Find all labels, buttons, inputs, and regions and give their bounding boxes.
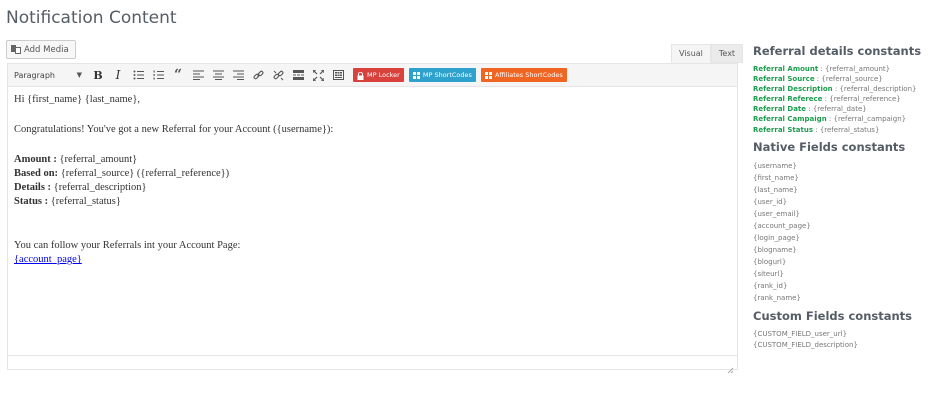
list-item: Referral Referece : {referral_reference} bbox=[753, 95, 901, 104]
mp-shortcodes-button[interactable]: MP ShortCodes bbox=[408, 68, 476, 82]
list-item: Referral Description : {referral_descrip… bbox=[753, 85, 917, 94]
bold-icon[interactable]: B bbox=[90, 67, 107, 84]
resize-handle-icon[interactable] bbox=[726, 359, 734, 374]
follow-line: You can follow your Referrals int your A… bbox=[14, 240, 241, 251]
page-title: Notification Content bbox=[6, 8, 177, 28]
intro-line: Congratulations! You've got a new Referr… bbox=[14, 124, 334, 135]
list-item: Referral Source : {referral_source} bbox=[753, 75, 883, 84]
mp-locker-button[interactable]: MP Locker bbox=[353, 68, 404, 82]
referral-constants-list: Referral Amount : {referral_amount} Refe… bbox=[753, 64, 928, 135]
read-more-icon[interactable] bbox=[290, 67, 307, 84]
editor-mode-tabs: Visual Text bbox=[671, 44, 744, 63]
based-on-line: Based on: {referral_source} ({referral_r… bbox=[14, 167, 731, 181]
list-item: {first_name} bbox=[753, 173, 799, 182]
grid-icon bbox=[484, 71, 492, 79]
list-item: Referral Status : {referral_status} bbox=[753, 125, 880, 134]
add-media-button[interactable]: Add Media bbox=[6, 40, 76, 59]
status-value: {referral_status} bbox=[48, 196, 121, 207]
custom-constants-heading: Custom Fields constants bbox=[753, 308, 913, 323]
list-item: {last_name} bbox=[753, 185, 798, 194]
status-line: Status : {referral_status} bbox=[14, 195, 731, 209]
lock-icon bbox=[357, 71, 364, 80]
list-item: {login_page} bbox=[753, 233, 800, 242]
editor-statusbar bbox=[8, 355, 737, 374]
list-item: {blogname} bbox=[753, 245, 797, 254]
referral-constants-heading: Referral details constants bbox=[753, 44, 922, 58]
list-item: {siteurl} bbox=[753, 269, 784, 278]
custom-constants-list: {CUSTOM_FIELD_user_url} {CUSTOM_FIELD_de… bbox=[753, 329, 928, 351]
list-item: {username} bbox=[753, 161, 797, 170]
numbered-list-icon[interactable] bbox=[150, 67, 167, 84]
align-center-icon[interactable] bbox=[210, 67, 227, 84]
account-page-link[interactable]: {account_page} bbox=[14, 254, 82, 265]
bullet-list-icon[interactable] bbox=[130, 67, 147, 84]
native-constants-heading: Native Fields constants bbox=[753, 139, 906, 154]
mp-shortcodes-label: MP ShortCodes bbox=[422, 71, 472, 79]
affiliates-shortcodes-label: Affiliates ShortCodes bbox=[494, 71, 563, 79]
list-item: {account_page} bbox=[753, 221, 811, 230]
based-on-label: Based on: bbox=[14, 168, 59, 179]
toolbar-toggle-icon[interactable] bbox=[330, 67, 347, 84]
details-line: Details : {referral_description} bbox=[14, 181, 731, 195]
constants-sidebar: Referral details constants Referral Amou… bbox=[753, 44, 928, 356]
tab-text[interactable]: Text bbox=[710, 44, 744, 63]
editor-content-area[interactable]: Hi {first_name} {last_name}, Congratulat… bbox=[8, 87, 737, 354]
list-item: {blogurl} bbox=[753, 257, 787, 266]
affiliates-shortcodes-button[interactable]: Affiliates ShortCodes bbox=[480, 68, 567, 82]
list-item: Referral Campaign : {referral_campaign} bbox=[753, 115, 907, 124]
format-select[interactable]: Paragraph ▼ bbox=[14, 71, 88, 80]
grid-icon bbox=[412, 71, 420, 79]
list-item: Referral Date : {referral_date} bbox=[753, 105, 867, 114]
format-select-value: Paragraph bbox=[14, 70, 55, 80]
align-right-icon[interactable] bbox=[230, 67, 247, 84]
media-icon bbox=[11, 45, 21, 54]
rich-text-editor: Paragraph ▼ B I “ MP Locker MP ShortCode… bbox=[7, 63, 738, 374]
add-media-label: Add Media bbox=[24, 44, 69, 55]
status-label: Status : bbox=[14, 196, 49, 207]
mp-locker-label: MP Locker bbox=[367, 71, 400, 79]
amount-value: {referral_amount} bbox=[56, 154, 138, 165]
native-constants-list: {username} {first_name} {last_name} {use… bbox=[753, 160, 928, 304]
list-item: {user_email} bbox=[753, 209, 800, 218]
based-on-value: {referral_source} ({referral_reference}) bbox=[58, 168, 230, 179]
blockquote-icon[interactable]: “ bbox=[170, 67, 187, 84]
amount-line: Amount : {referral_amount} bbox=[14, 153, 731, 167]
list-item: {rank_id} bbox=[753, 281, 788, 290]
fullscreen-icon[interactable] bbox=[310, 67, 327, 84]
details-value: {referral_description} bbox=[51, 182, 147, 193]
details-label: Details : bbox=[14, 182, 52, 193]
list-item: {CUSTOM_FIELD_description} bbox=[753, 340, 858, 349]
list-item: Referral Amount : {referral_amount} bbox=[753, 65, 891, 73]
list-item: {user_id} bbox=[753, 197, 788, 206]
link-icon[interactable] bbox=[250, 67, 267, 84]
editor-toolbar: Paragraph ▼ B I “ MP Locker MP ShortCode… bbox=[8, 64, 737, 87]
amount-label: Amount : bbox=[14, 154, 57, 165]
unlink-icon[interactable] bbox=[270, 67, 287, 84]
chevron-down-icon: ▼ bbox=[76, 71, 82, 79]
greeting-line: Hi {first_name} {last_name}, bbox=[14, 94, 141, 105]
align-left-icon[interactable] bbox=[190, 67, 207, 84]
italic-icon[interactable]: I bbox=[110, 67, 127, 84]
tab-visual[interactable]: Visual bbox=[671, 44, 711, 63]
list-item: {CUSTOM_FIELD_user_url} bbox=[753, 329, 848, 338]
list-item: {rank_name} bbox=[753, 293, 801, 302]
